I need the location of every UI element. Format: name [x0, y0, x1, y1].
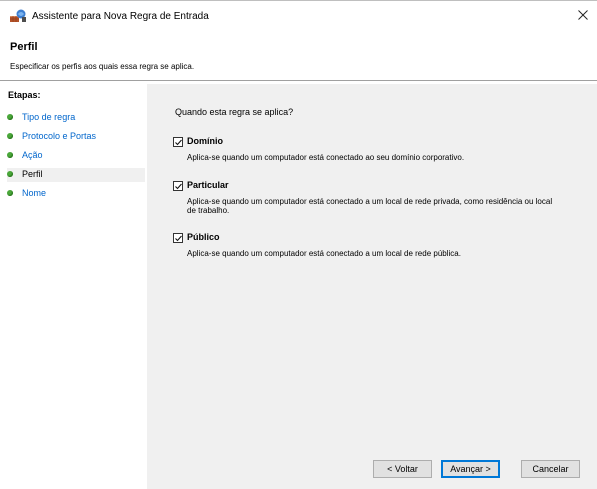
- checkmark-icon: [175, 183, 182, 190]
- particular-description: Aplica-se quando um computador está cone…: [187, 197, 553, 215]
- question-label: Quando esta regra se aplica?: [175, 107, 294, 117]
- step-nome[interactable]: Nome: [7, 187, 145, 201]
- title-bar: Assistente para Nova Regra de Entrada: [0, 0, 597, 30]
- step-bullet-icon: [7, 133, 13, 139]
- step-label: Nome: [22, 188, 47, 198]
- back-button[interactable]: < Voltar: [373, 460, 432, 478]
- publico-description: Aplica-se quando um computador está cone…: [187, 249, 461, 258]
- wizard-window: Assistente para Nova Regra de Entrada Pe…: [0, 0, 597, 489]
- close-icon: [578, 10, 588, 20]
- step-label: Protocolo e Portas: [22, 131, 97, 141]
- next-button[interactable]: Avançar >: [441, 460, 500, 478]
- publico-label[interactable]: Público: [187, 232, 220, 242]
- step-tipo-de-regra[interactable]: Tipo de regra: [7, 111, 145, 125]
- step-protocolo-e-portas[interactable]: Protocolo e Portas: [7, 130, 145, 144]
- checkmark-icon: [175, 139, 182, 146]
- steps-heading: Etapas:: [8, 90, 41, 100]
- step-bullet-icon: [7, 171, 13, 177]
- window-title: Assistente para Nova Regra de Entrada: [32, 11, 209, 22]
- steps-sidebar: Etapas: Tipo de regra Protocolo e Portas…: [0, 81, 146, 489]
- particular-label[interactable]: Particular: [187, 180, 229, 190]
- step-acao[interactable]: Ação: [7, 149, 145, 163]
- dominio-description: Aplica-se quando um computador está cone…: [187, 153, 465, 162]
- cancel-button[interactable]: Cancelar: [521, 460, 580, 478]
- dominio-checkbox[interactable]: [173, 137, 183, 147]
- content-pane: Quando esta regra se aplica? Domínio Apl…: [147, 84, 597, 489]
- step-perfil[interactable]: Perfil: [7, 168, 145, 182]
- firewall-icon: [10, 9, 26, 23]
- step-label: Perfil: [22, 169, 43, 179]
- particular-checkbox[interactable]: [173, 181, 183, 191]
- publico-checkbox[interactable]: [173, 233, 183, 243]
- step-label: Tipo de regra: [22, 112, 76, 122]
- page-title: Perfil: [10, 41, 38, 53]
- checkmark-icon: [175, 235, 182, 242]
- step-label: Ação: [22, 150, 43, 160]
- close-button[interactable]: [573, 6, 593, 24]
- page-subtitle: Especificar os perfis aos quais essa reg…: [10, 62, 195, 71]
- step-bullet-icon: [7, 190, 13, 196]
- step-bullet-icon: [7, 114, 13, 120]
- step-bullet-icon: [7, 152, 13, 158]
- dominio-label[interactable]: Domínio: [187, 136, 223, 146]
